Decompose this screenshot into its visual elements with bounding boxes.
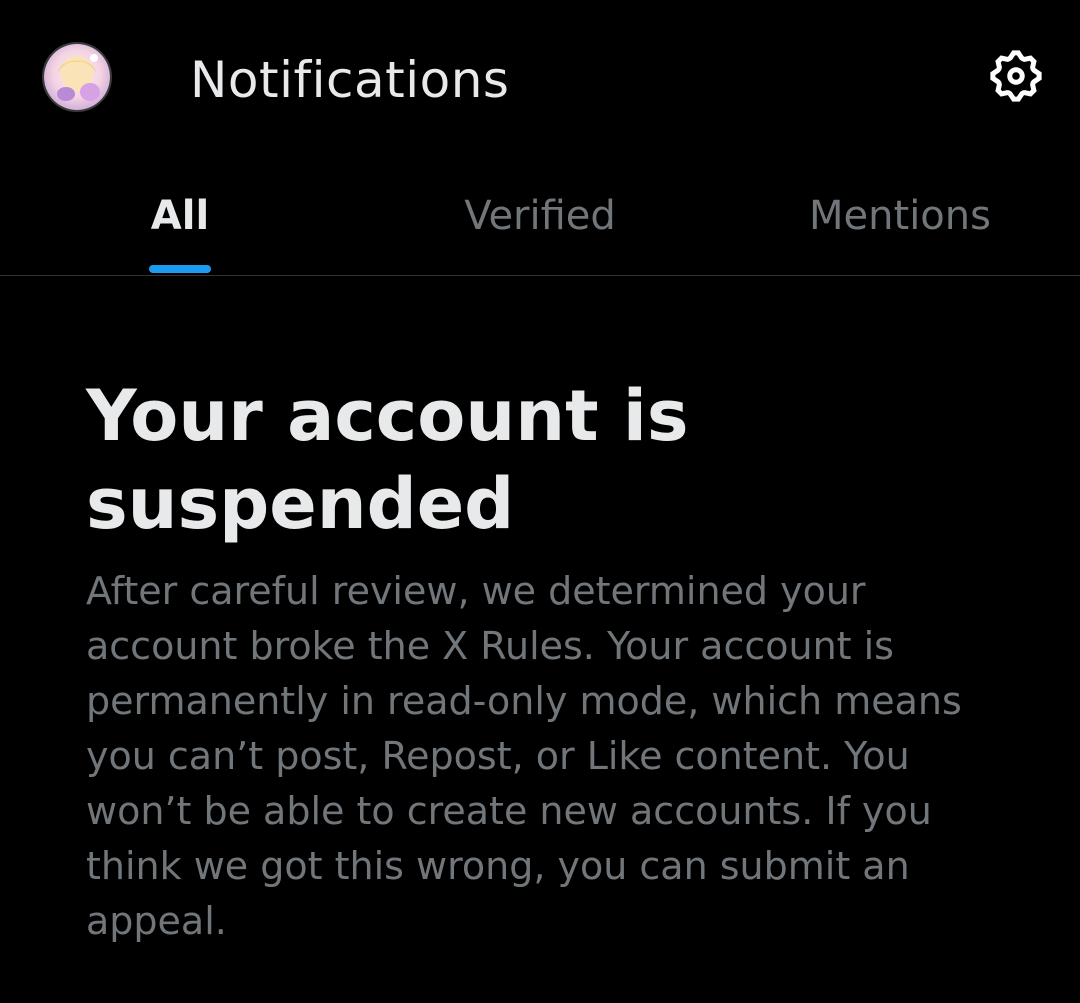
tab-verified-label: Verified — [464, 193, 616, 239]
tab-all[interactable]: All — [0, 160, 360, 275]
active-tab-indicator — [149, 265, 211, 273]
suspension-message: After careful review, we determined your… — [86, 569, 962, 943]
gear-icon — [990, 50, 1042, 102]
notifications-screen: Notifications All Verified Mentions Your… — [0, 0, 1080, 1003]
page-title: Notifications — [190, 51, 510, 109]
tab-mentions[interactable]: Mentions — [720, 160, 1080, 275]
tab-verified[interactable]: Verified — [360, 160, 720, 275]
top-app-bar: Notifications — [0, 0, 1080, 160]
settings-button[interactable] — [986, 46, 1046, 106]
avatar-image — [44, 44, 110, 110]
notifications-tab-bar: All Verified Mentions — [0, 160, 1080, 276]
profile-avatar[interactable] — [42, 42, 112, 112]
tab-all-label: All — [150, 193, 210, 239]
tab-mentions-label: Mentions — [809, 193, 991, 239]
suspension-notice: Your account is suspended After careful … — [86, 372, 986, 949]
suspension-title: Your account is suspended — [86, 375, 689, 545]
